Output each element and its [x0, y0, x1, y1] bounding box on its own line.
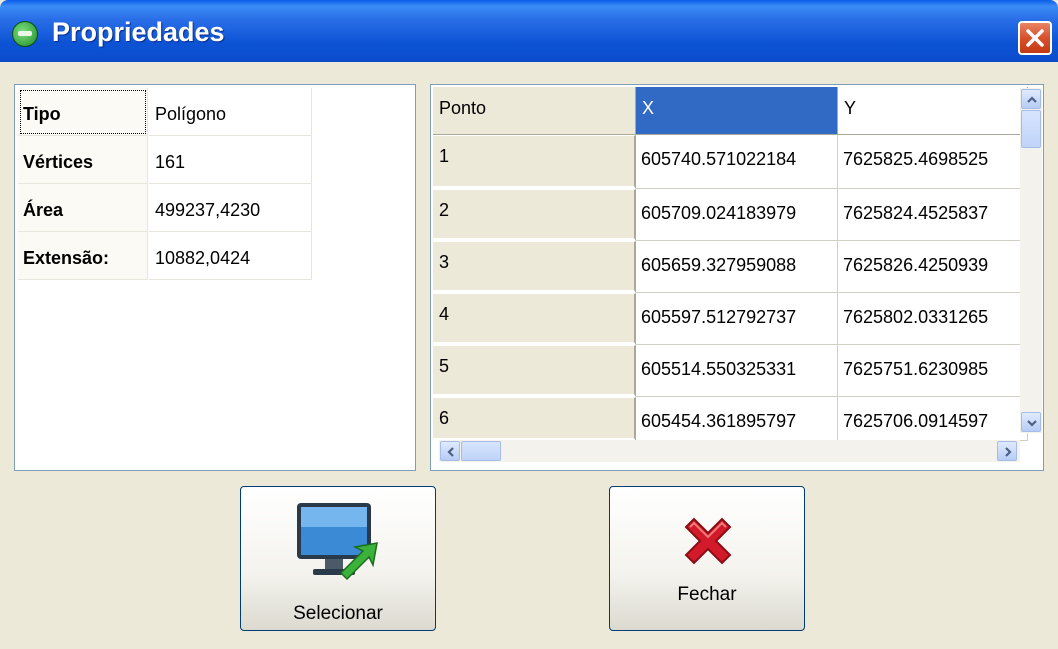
vertical-scrollbar[interactable] [1020, 88, 1042, 433]
close-icon [1026, 29, 1044, 47]
cell-x[interactable]: 605740.571022184 [636, 135, 838, 189]
chevron-down-icon [1027, 420, 1037, 427]
properties-table: Tipo Polígono Vértices 161 Área 499237,4… [14, 84, 416, 471]
column-header-x[interactable]: X [636, 87, 838, 135]
property-value: Polígono [149, 88, 312, 136]
row-header[interactable]: 2 [433, 189, 636, 241]
app-globe-icon [12, 21, 38, 47]
row-header[interactable]: 3 [433, 241, 636, 293]
column-header-ponto[interactable]: Ponto [433, 87, 636, 135]
row-header[interactable]: 1 [433, 135, 636, 189]
window-title: Propriedades [52, 17, 225, 47]
property-key: Área [18, 184, 148, 232]
property-row-area[interactable]: Área 499237,4230 [18, 184, 312, 232]
horizontal-scrollbar[interactable] [439, 440, 1020, 462]
select-button[interactable]: Selecionar [240, 486, 436, 631]
close-button[interactable]: Fechar [609, 486, 805, 631]
cell-y[interactable]: 7625825.4698525 [838, 135, 1028, 189]
property-key: Extensão: [18, 232, 148, 280]
cell-x[interactable]: 605709.024183979 [636, 189, 838, 241]
column-header-y[interactable]: Y [838, 87, 1028, 135]
cell-x[interactable]: 605514.550325331 [636, 345, 838, 397]
property-row-vertices[interactable]: Vértices 161 [18, 136, 312, 184]
select-button-label: Selecionar [293, 603, 383, 624]
horizontal-scroll-thumb[interactable] [461, 441, 501, 461]
close-button-label: Fechar [677, 584, 737, 605]
property-row-tipo[interactable]: Tipo Polígono [18, 88, 312, 136]
title-bar[interactable]: Propriedades [0, 0, 1058, 62]
cell-x[interactable]: 605597.512792737 [636, 293, 838, 345]
cell-y[interactable]: 7625826.4250939 [838, 241, 1028, 293]
property-value: 161 [149, 136, 312, 184]
scroll-left-button[interactable] [440, 441, 460, 461]
row-header[interactable]: 6 [433, 397, 636, 441]
cell-y[interactable]: 7625751.6230985 [838, 345, 1028, 397]
row-header[interactable]: 4 [433, 293, 636, 345]
monitor-select-icon [297, 503, 378, 581]
cell-x[interactable]: 605454.361895797 [636, 397, 838, 441]
cell-y[interactable]: 7625706.0914597 [838, 397, 1028, 441]
property-row-extensao[interactable]: Extensão: 10882,0424 [18, 232, 312, 280]
cell-x[interactable]: 605659.327959088 [636, 241, 838, 293]
scroll-down-button[interactable] [1021, 412, 1041, 432]
properties-window: Propriedades Tipo Polígono Vértices 161 … [0, 0, 1058, 649]
close-x-icon [684, 517, 732, 565]
vertices-grid[interactable]: Ponto X Y 1 605740.571022184 7625825.469… [430, 84, 1044, 471]
property-value: 10882,0424 [149, 232, 312, 280]
close-window-button[interactable] [1018, 21, 1052, 55]
chevron-right-icon [1005, 447, 1012, 457]
chevron-left-icon [447, 447, 454, 457]
chevron-up-icon [1027, 96, 1037, 103]
property-key: Tipo [18, 88, 148, 136]
cell-y[interactable]: 7625824.4525837 [838, 189, 1028, 241]
cell-y[interactable]: 7625802.0331265 [838, 293, 1028, 345]
property-key: Vértices [18, 136, 148, 184]
property-value: 499237,4230 [149, 184, 312, 232]
row-header[interactable]: 5 [433, 345, 636, 397]
scroll-up-button[interactable] [1021, 89, 1041, 109]
vertical-scroll-thumb[interactable] [1021, 110, 1041, 148]
scroll-right-button[interactable] [997, 441, 1017, 461]
